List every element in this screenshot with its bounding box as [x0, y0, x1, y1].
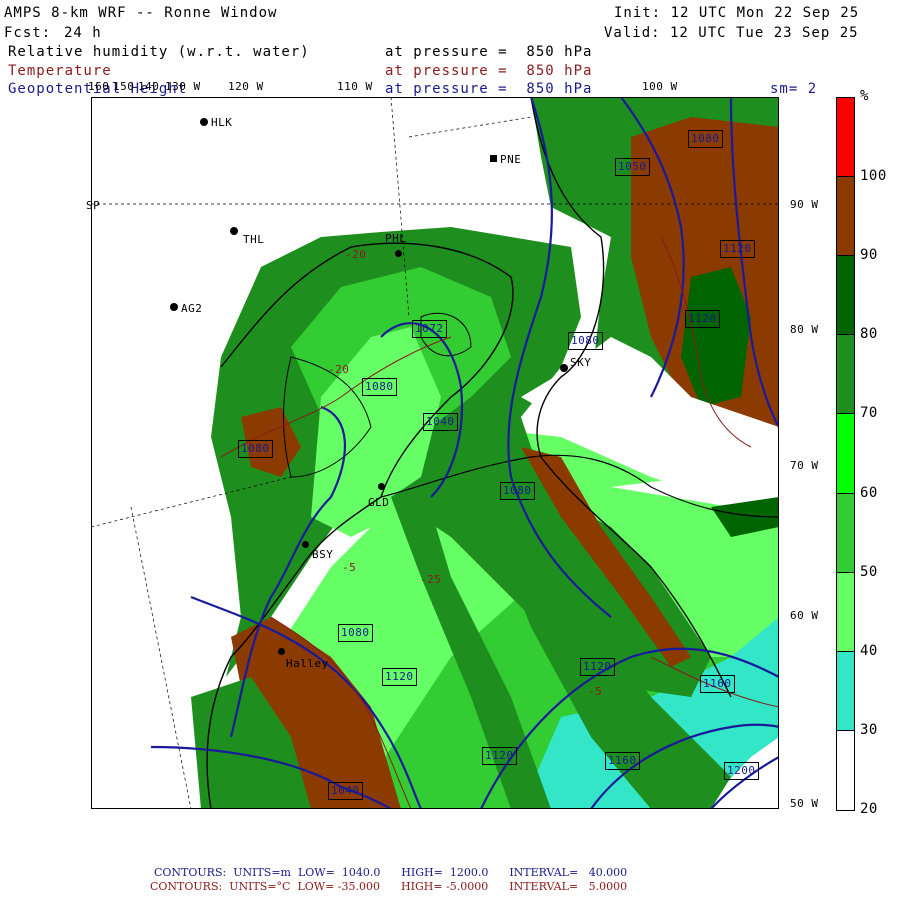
lat-label-80: 80 W	[790, 323, 819, 336]
station-marker-pne	[490, 155, 497, 162]
pressure-level-rh: at pressure = 850 hPa	[385, 44, 593, 60]
height-label-3: 1120	[720, 240, 755, 258]
colorbar-tick-label: 80	[860, 326, 878, 343]
footer-temp-interval: INTERVAL= 5.0000	[509, 880, 628, 893]
footer-height-line: CONTOURS: UNITS=m LOW= 1040.0 HIGH= 1200…	[154, 866, 627, 879]
field-rh-label: Relative humidity (w.r.t. water)	[8, 44, 310, 60]
valid-time: Valid: 12 UTC Tue 23 Sep 25	[604, 25, 859, 41]
lon-label-120: 120 W	[228, 80, 264, 93]
height-label-7: 1080	[362, 378, 397, 396]
height-label-11: 1080	[338, 624, 373, 642]
temp-label-4: -5	[588, 685, 603, 698]
height-label-14: 1160	[605, 752, 640, 770]
height-label-5: 1072	[412, 320, 447, 338]
temp-label-1: -20	[345, 248, 367, 261]
colorbar-segment	[836, 492, 855, 573]
station-label-pne: PNE	[500, 153, 522, 166]
height-label-4: 1120	[685, 310, 720, 328]
pressure-level-height: at pressure = 850 hPa	[385, 81, 593, 97]
station-marker-thl	[230, 227, 238, 235]
temp-label-3: -25	[420, 573, 442, 586]
station-marker-ag2	[170, 303, 178, 311]
colorbar-unit: %	[860, 88, 869, 104]
field-temp-label: Temperature	[8, 63, 112, 79]
footer-height-high: HIGH= 1200.0	[401, 866, 489, 879]
station-label-phl: PHL	[385, 232, 407, 245]
station-marker-hlk	[200, 118, 208, 126]
footer-temp-low: LOW= -35.000	[297, 880, 381, 893]
temp-label-2: -20	[328, 363, 350, 376]
footer-temp-line: CONTOURS: UNITS=°C LOW= -35.000 HIGH= -5…	[150, 880, 627, 893]
colorbar-segment	[836, 255, 855, 336]
colorbar-segment	[836, 650, 855, 731]
footer-temp-label: CONTOURS:	[150, 880, 223, 893]
colorbar-tick-label: 40	[860, 642, 878, 659]
footer-temp-units: UNITS=°C	[229, 880, 291, 893]
footer-height-units: UNITS=m	[233, 866, 291, 879]
height-label-10: 1080	[500, 482, 535, 500]
station-marker-bsy	[302, 541, 309, 548]
colorbar-segment	[836, 97, 855, 178]
station-marker-halley	[278, 648, 285, 655]
station-label-bsy: BSY	[312, 548, 334, 561]
station-marker-phl	[395, 250, 402, 257]
height-label-18: 1120	[382, 668, 417, 686]
footer-temp-high: HIGH= -5.0000	[401, 880, 489, 893]
station-label-halley: Halley	[286, 657, 329, 670]
station-label-gld: GLD	[368, 496, 390, 509]
height-label-12: 1120	[580, 658, 615, 676]
lat-label-70: 70 W	[790, 459, 819, 472]
pressure-level-temp: at pressure = 850 hPa	[385, 63, 593, 79]
station-label-ag2: AG2	[181, 302, 203, 315]
lon-label-160: 160	[88, 80, 110, 93]
station-label-sky: SKY	[570, 356, 592, 369]
colorbar-segment	[836, 729, 855, 811]
colorbar-tick-label: 100	[860, 168, 887, 185]
colorbar-tick-label: 70	[860, 405, 878, 422]
height-label-16: 1120	[482, 747, 517, 765]
lat-label-50: 50 W	[790, 797, 819, 810]
forecast-value: 24 h	[64, 25, 102, 41]
footer-height-label: CONTOURS:	[154, 866, 227, 879]
lon-label-140: 140	[138, 80, 160, 93]
colorbar-segment	[836, 334, 855, 415]
footer-height-low: LOW= 1040.0	[297, 866, 381, 879]
colorbar-segment	[836, 571, 855, 652]
station-marker-sky	[560, 364, 568, 372]
lat-label-60: 60 W	[790, 609, 819, 622]
colorbar-segment	[836, 176, 855, 257]
height-label-1: 1080	[688, 130, 723, 148]
lat-label-90: 90 W	[790, 198, 819, 211]
chart-title: AMPS 8-km WRF -- Ronne Window	[4, 5, 278, 21]
temp-label-5: -5	[342, 561, 357, 574]
init-time: Init: 12 UTC Mon 22 Sep 25	[614, 5, 860, 21]
height-label-9: 1080	[238, 440, 273, 458]
lon-label-150: 150	[113, 80, 135, 93]
lon-label-110: 110 W	[337, 80, 373, 93]
south-pole-label: SP	[86, 199, 101, 212]
footer-height-interval: INTERVAL= 40.000	[509, 866, 628, 879]
lon-label-130: 130 W	[165, 80, 201, 93]
forecast-label: Fcst:	[4, 25, 52, 41]
height-label-13: 1160	[700, 675, 735, 693]
colorbar-tick-label: 20	[860, 801, 878, 817]
colorbar-tick-label: 30	[860, 721, 878, 738]
colorbar-tick-label: 90	[860, 247, 878, 264]
station-label-thl: THL	[243, 233, 265, 246]
colorbar-segment	[836, 413, 855, 494]
colorbar-tick-label: 60	[860, 484, 878, 501]
height-label-6: 1080	[568, 332, 603, 350]
height-label-8: 1040	[423, 413, 458, 431]
height-label-2: 1050	[615, 158, 650, 176]
map-plot	[91, 97, 779, 809]
height-label-15: 1200	[724, 762, 759, 780]
lon-label-100: 100 W	[642, 80, 678, 93]
colorbar-tick-label: 50	[860, 563, 878, 580]
station-marker-gld	[378, 483, 385, 490]
smoothing-label: sm= 2	[770, 81, 818, 97]
station-label-hlk: HLK	[211, 116, 233, 129]
height-label-17: 1040	[328, 782, 363, 800]
